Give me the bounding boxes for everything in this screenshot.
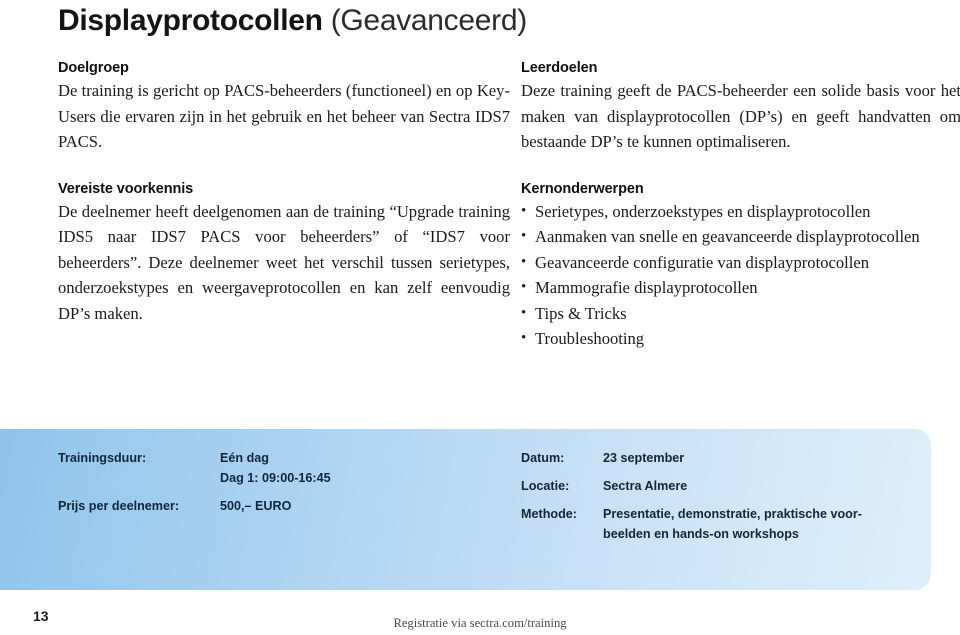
section-kernonderwerpen: Kernonderwerpen Serietypes, onderzoeksty…	[521, 181, 960, 352]
info-panel-right-table: Datum: 23 september Locatie: Sectra Alme…	[521, 448, 862, 552]
info-row-locatie: Locatie: Sectra Almere	[521, 476, 862, 496]
page-title: Displayprotocollen (Geavanceerd)	[58, 4, 527, 38]
info-panel-left-table: Trainingsduur: Eén dag Dag 1: 09:00-16:4…	[58, 448, 331, 524]
section-heading-doelgroep: Doelgroep	[58, 60, 129, 76]
right-column: Leerdoelen Deze training geeft de PACS-b…	[521, 60, 960, 352]
page-title-bold: Displayprotocollen	[58, 4, 323, 37]
section-vereiste-voorkennis: Vereiste voorkennis De deelnemer heeft d…	[58, 181, 510, 327]
section-body-leerdoelen: Deze training geeft de PACS-beheerder ee…	[521, 81, 960, 151]
left-column: Doelgroep De training is gericht op PACS…	[58, 60, 510, 326]
section-body-doelgroep: De training is gericht op PACS-beheerder…	[58, 81, 510, 151]
section-body-vereiste-voorkennis: De deelnemer heeft deelgenomen aan de tr…	[58, 201, 510, 323]
info-value-methode: Presentatie, demonstratie, praktische vo…	[603, 504, 862, 544]
info-value-line2: Dag 1: 09:00-16:45	[220, 471, 331, 485]
footer-registration-note: Registratie via sectra.com/training	[393, 616, 567, 630]
list-item: Aanmaken van snelle en geavanceerde disp…	[521, 224, 960, 250]
list-item: Mammografie displayprotocollen	[521, 275, 960, 301]
section-heading-leerdoelen: Leerdoelen	[521, 60, 598, 76]
info-row-trainingsduur: Trainingsduur: Eén dag Dag 1: 09:00-16:4…	[58, 448, 331, 488]
list-item: Geavanceerde configuratie van displaypro…	[521, 250, 960, 276]
page-title-light: (Geavanceerd)	[330, 4, 528, 37]
list-item: Troubleshooting	[521, 326, 960, 352]
info-label-trainingsduur: Trainingsduur:	[58, 451, 147, 465]
section-heading-vereiste-voorkennis: Vereiste voorkennis	[58, 180, 194, 197]
core-topics-list: Serietypes, onderzoekstypes en displaypr…	[521, 199, 960, 352]
section-leerdoelen: Leerdoelen Deze training geeft de PACS-b…	[521, 60, 960, 155]
info-label-locatie: Locatie:	[521, 479, 570, 493]
info-label-prijs-per-deelnemer: Prijs per deelnemer:	[58, 499, 180, 513]
list-item: Serietypes, onderzoekstypes en displaypr…	[521, 199, 960, 225]
info-value-locatie: Sectra Almere	[603, 479, 688, 493]
info-row-methode: Methode: Presentatie, demonstratie, prak…	[521, 504, 862, 544]
info-value-trainingsduur: Eén dag Dag 1: 09:00-16:45	[220, 448, 331, 488]
list-item: Tips & Tricks	[521, 301, 960, 327]
info-label-methode: Methode:	[521, 507, 577, 521]
info-label-datum: Datum:	[521, 451, 565, 465]
info-value-prijs-per-deelnemer: 500,– EURO	[220, 499, 292, 513]
info-value-line1: Eén dag	[220, 451, 269, 465]
section-heading-kernonderwerpen: Kernonderwerpen	[521, 180, 644, 197]
info-value-line1: Presentatie, demonstratie, praktische vo…	[603, 507, 862, 521]
info-row-prijs-per-deelnemer: Prijs per deelnemer: 500,– EURO	[58, 496, 331, 516]
info-value-datum: 23 september	[603, 451, 685, 465]
section-doelgroep: Doelgroep De training is gericht op PACS…	[58, 60, 510, 155]
info-row-datum: Datum: 23 september	[521, 448, 862, 468]
info-value-line2: beelden en hands-on workshops	[603, 527, 799, 541]
